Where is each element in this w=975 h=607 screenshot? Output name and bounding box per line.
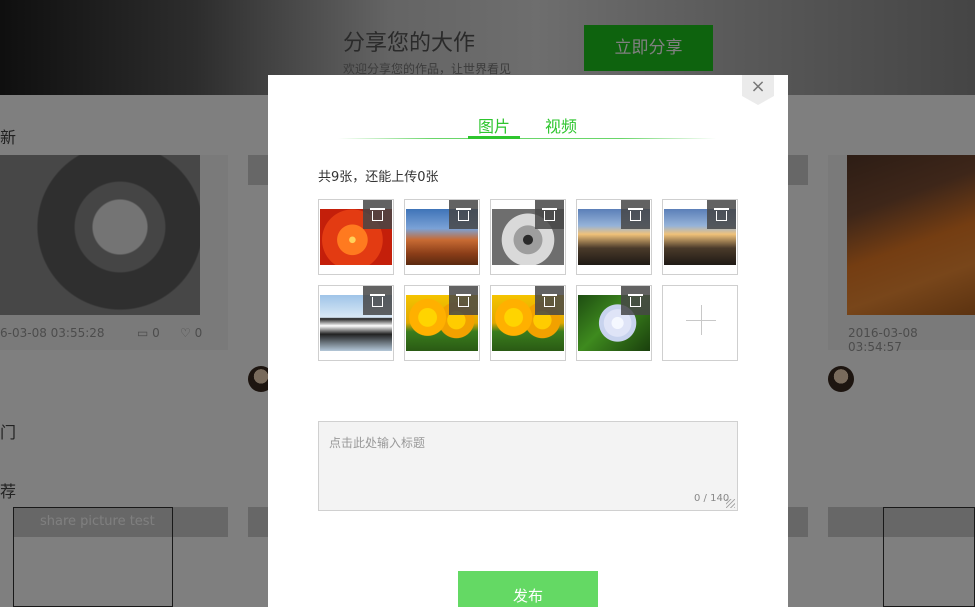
- tabs-divider: [338, 138, 716, 139]
- delete-image-button[interactable]: [363, 200, 392, 229]
- trash-icon: [370, 208, 385, 221]
- delete-image-button[interactable]: [449, 286, 478, 315]
- close-icon: ×: [750, 76, 766, 97]
- delete-image-button[interactable]: [535, 200, 564, 229]
- trash-icon: [714, 208, 729, 221]
- delete-image-button[interactable]: [535, 286, 564, 315]
- trash-icon: [628, 208, 643, 221]
- image-thumb-penguins[interactable]: [318, 285, 394, 361]
- image-thumb-desert[interactable]: [404, 199, 480, 275]
- image-thumb-flower[interactable]: [318, 199, 394, 275]
- delete-image-button[interactable]: [621, 286, 650, 315]
- image-thumb-hydrangea[interactable]: [576, 285, 652, 361]
- image-thumb-tulips[interactable]: [490, 285, 566, 361]
- publish-button[interactable]: 发布: [458, 571, 598, 607]
- tab-active-indicator: [468, 136, 520, 139]
- trash-icon: [456, 208, 471, 221]
- trash-icon: [456, 294, 471, 307]
- delete-image-button[interactable]: [707, 200, 736, 229]
- trash-icon: [628, 294, 643, 307]
- delete-image-button[interactable]: [363, 286, 392, 315]
- image-thumb-lighthouse[interactable]: [576, 199, 652, 275]
- image-thumb-tulips[interactable]: [404, 285, 480, 361]
- delete-image-button[interactable]: [449, 200, 478, 229]
- trash-icon: [370, 294, 385, 307]
- tab-videos[interactable]: 视频: [545, 113, 577, 137]
- image-thumb-lighthouse[interactable]: [662, 199, 738, 275]
- image-thumb-koala[interactable]: [490, 199, 566, 275]
- resize-grip-icon[interactable]: [726, 499, 735, 508]
- title-input[interactable]: [318, 421, 738, 511]
- trash-icon: [542, 294, 557, 307]
- add-image-button[interactable]: [662, 285, 738, 361]
- upload-count-text: 共9张，还能上传0张: [318, 170, 439, 185]
- tab-images[interactable]: 图片: [478, 113, 510, 137]
- delete-image-button[interactable]: [621, 200, 650, 229]
- char-count: 0 / 140: [694, 493, 730, 504]
- trash-icon: [542, 208, 557, 221]
